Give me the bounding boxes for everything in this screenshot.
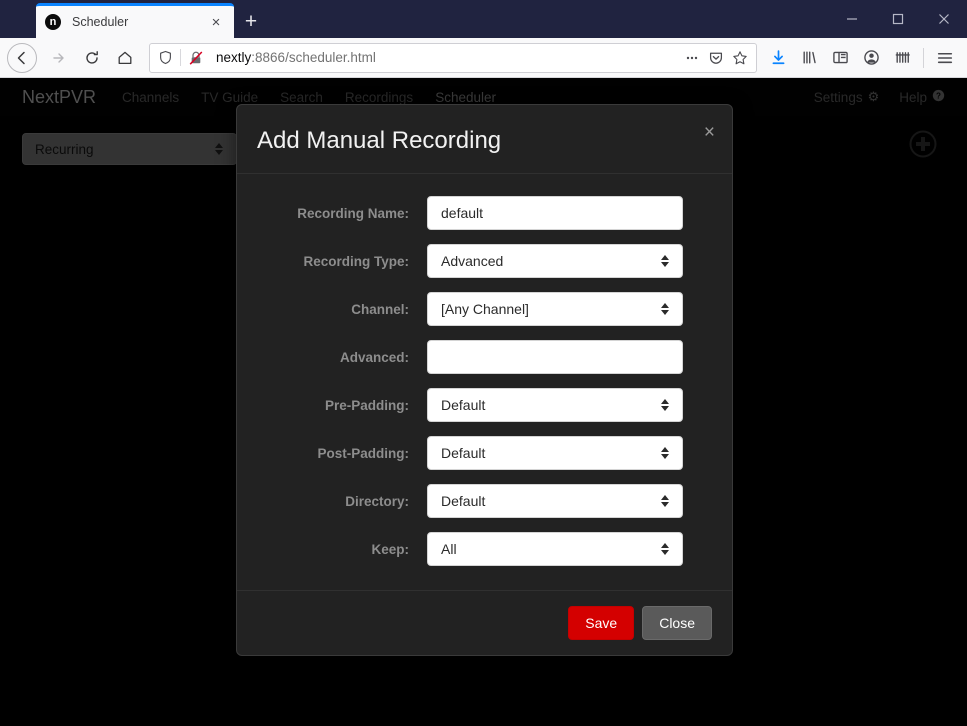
page-content: NextPVR Channels TV Guide Search Recordi… [0, 78, 967, 726]
tab-favicon-icon: n [45, 14, 61, 30]
url-actions [680, 46, 752, 70]
back-arrow-icon[interactable] [7, 42, 37, 73]
tab-strip: n Scheduler × + [0, 0, 967, 38]
modal-close-icon[interactable]: × [704, 123, 715, 142]
library-icon[interactable] [794, 42, 825, 73]
form-row-post-padding: Post-Padding: Default [237, 436, 732, 470]
reload-icon[interactable] [75, 41, 108, 74]
url-path: :8866/scheduler.html [251, 50, 376, 65]
chevron-updown-icon [661, 495, 669, 507]
modal-title: Add Manual Recording [257, 127, 502, 154]
sidebar-icon[interactable] [825, 42, 856, 73]
star-icon[interactable] [728, 46, 752, 70]
url-divider [180, 49, 181, 66]
new-tab-button[interactable]: + [234, 4, 268, 38]
add-manual-recording-dialog: Add Manual Recording × Recording Name: d… [236, 104, 733, 656]
chevron-updown-icon [661, 543, 669, 555]
label-directory: Directory: [345, 493, 409, 509]
close-button[interactable]: Close [642, 606, 712, 640]
value-channel: [Any Channel] [441, 301, 529, 317]
modal-body: Recording Name: default Recording Type: … [237, 174, 732, 590]
chevron-updown-icon [661, 303, 669, 315]
label-recording-name: Recording Name: [297, 205, 409, 221]
form-row-channel: Channel: [Any Channel] [237, 292, 732, 326]
input-advanced[interactable] [427, 340, 683, 374]
chevron-updown-icon [661, 447, 669, 459]
form-row-recording-type: Recording Type: Advanced [237, 244, 732, 278]
modal-footer: Save Close [237, 590, 732, 655]
minimize-icon[interactable] [829, 0, 875, 38]
modal-header: Add Manual Recording × [237, 105, 732, 174]
select-post-padding[interactable]: Default [427, 436, 683, 470]
browser-toolbar: nextly:8866/scheduler.html [0, 38, 967, 78]
save-button[interactable]: Save [568, 606, 635, 640]
chevron-updown-icon [661, 255, 669, 267]
value-recording-type: Advanced [441, 253, 504, 269]
form-row-directory: Directory: Default [237, 484, 732, 518]
value-post-padding: Default [441, 445, 486, 461]
label-recording-type: Recording Type: [303, 253, 409, 269]
url-bar[interactable]: nextly:8866/scheduler.html [149, 42, 757, 73]
toolbar-divider [923, 47, 924, 68]
home-icon[interactable] [108, 41, 141, 74]
insecure-connection-icon[interactable] [183, 45, 209, 71]
window-controls [829, 0, 967, 38]
ellipsis-icon[interactable] [680, 46, 704, 70]
account-icon[interactable] [856, 42, 887, 73]
value-keep: All [441, 541, 457, 557]
forward-arrow-icon [42, 41, 75, 74]
select-pre-padding[interactable]: Default [427, 388, 683, 422]
label-pre-padding: Pre-Padding: [324, 397, 409, 413]
label-keep: Keep: [371, 541, 409, 557]
label-advanced: Advanced: [339, 349, 409, 365]
label-post-padding: Post-Padding: [317, 445, 410, 461]
input-recording-name[interactable]: default [427, 196, 683, 230]
value-pre-padding: Default [441, 397, 486, 413]
chevron-updown-icon [661, 399, 669, 411]
url-host: nextly [216, 50, 252, 65]
containers-icon[interactable] [887, 42, 918, 73]
label-channel: Channel: [351, 301, 409, 317]
browser-window: n Scheduler × + nextly:8866/scheduler.ht… [0, 0, 967, 726]
tab-close-icon[interactable]: × [207, 13, 225, 31]
value-directory: Default [441, 493, 486, 509]
hamburger-menu-icon[interactable] [929, 42, 960, 73]
value-recording-name: default [441, 205, 484, 221]
downloads-icon[interactable] [763, 42, 794, 73]
select-keep[interactable]: All [427, 532, 683, 566]
url-text: nextly:8866/scheduler.html [216, 50, 680, 65]
select-directory[interactable]: Default [427, 484, 683, 518]
form-row-advanced: Advanced: [237, 340, 732, 374]
tracking-protection-shield-icon[interactable] [152, 45, 178, 71]
maximize-icon[interactable] [875, 0, 921, 38]
select-recording-type[interactable]: Advanced [427, 244, 683, 278]
form-row-recording-name: Recording Name: default [237, 196, 732, 230]
tab-title: Scheduler [72, 15, 129, 29]
pocket-icon[interactable] [704, 46, 728, 70]
window-close-icon[interactable] [921, 0, 967, 38]
form-row-pre-padding: Pre-Padding: Default [237, 388, 732, 422]
form-row-keep: Keep: All [237, 532, 732, 566]
browser-tab[interactable]: n Scheduler × [36, 3, 234, 38]
select-channel[interactable]: [Any Channel] [427, 292, 683, 326]
toolbar-icons [763, 42, 960, 73]
